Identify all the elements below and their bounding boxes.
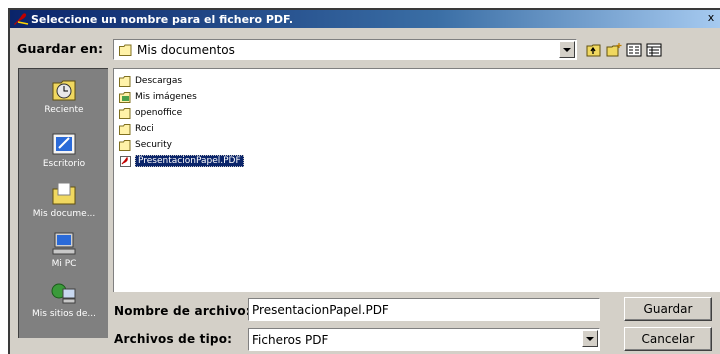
- place-label: Mis sitios de...: [32, 309, 96, 319]
- title-bar[interactable]: Seleccione un nombre para el fichero PDF…: [10, 10, 720, 28]
- place-network[interactable]: Mis sitios de...: [19, 281, 109, 319]
- list-view-icon: [626, 43, 642, 56]
- place-my-documents[interactable]: Mis docume...: [19, 181, 109, 219]
- place-desktop[interactable]: Escritorio: [19, 131, 109, 169]
- place-recent[interactable]: Reciente: [19, 77, 109, 115]
- filetype-value: Ficheros PDF: [252, 332, 329, 347]
- file-name: Descargas: [135, 76, 183, 86]
- lookin-combo[interactable]: Mis documentos: [113, 39, 577, 60]
- up-folder-button[interactable]: [585, 41, 603, 58]
- save-dialog: Seleccione un nombre para el fichero PDF…: [8, 8, 720, 354]
- file-name: Roci: [135, 124, 154, 134]
- filetype-dropdown-button[interactable]: [582, 330, 598, 347]
- my-computer-icon: [52, 232, 76, 255]
- folder-icon: [119, 107, 131, 119]
- folder-icon: [119, 139, 131, 151]
- place-label: Mis docume...: [32, 209, 96, 219]
- chevron-down-icon: [563, 47, 571, 52]
- lookin-label: Guardar en:: [17, 41, 104, 56]
- folder-icon: [119, 123, 131, 135]
- place-my-computer[interactable]: Mi PC: [19, 231, 109, 269]
- acrobat-icon: [14, 13, 29, 25]
- details-view-button[interactable]: [645, 41, 663, 58]
- folder-icon: [119, 75, 131, 87]
- up-folder-icon: [586, 44, 601, 56]
- pdf-file-icon: [120, 155, 131, 167]
- filename-value: PresentacionPapel.PDF: [252, 302, 389, 317]
- lookin-dropdown-button[interactable]: [559, 41, 575, 58]
- save-button[interactable]: Guardar: [624, 297, 712, 321]
- place-label: Mi PC: [51, 259, 77, 269]
- details-view-icon: [646, 43, 662, 56]
- file-name: openoffice: [135, 108, 183, 118]
- cancel-button[interactable]: Cancelar: [624, 327, 712, 351]
- network-places-icon: [51, 283, 76, 304]
- new-folder-icon: [606, 42, 622, 56]
- list-item[interactable]: openoffice: [119, 106, 182, 120]
- window-title: Seleccione un nombre para el fichero PDF…: [31, 12, 294, 26]
- desktop-icon: [52, 133, 76, 155]
- places-bar: Reciente Escritorio Mis docume... Mi PC …: [18, 68, 108, 338]
- filetype-select[interactable]: Ficheros PDF: [248, 328, 600, 351]
- file-name: PresentacionPapel.PDF: [135, 155, 244, 167]
- place-label: Escritorio: [42, 159, 86, 169]
- list-item-selected[interactable]: PresentacionPapel.PDF: [119, 154, 244, 168]
- list-item[interactable]: Roci: [119, 122, 154, 136]
- file-list[interactable]: Descargas Mis imágenes openoffice Roci S…: [113, 68, 720, 292]
- file-name: Mis imágenes: [135, 92, 197, 102]
- file-name: Security: [135, 140, 172, 150]
- folder-icon: [119, 44, 132, 56]
- list-item[interactable]: Security: [119, 138, 172, 152]
- pictures-folder-icon: [119, 91, 131, 103]
- my-documents-icon: [52, 182, 76, 205]
- toolbar: [585, 41, 663, 58]
- list-item[interactable]: Mis imágenes: [119, 90, 197, 104]
- recent-icon: [52, 80, 76, 101]
- filename-label: Nombre de archivo:: [114, 304, 251, 318]
- list-item[interactable]: Descargas: [119, 74, 182, 88]
- filetype-label: Archivos de tipo:: [114, 332, 233, 346]
- close-button[interactable]: x: [704, 11, 718, 25]
- filename-input[interactable]: PresentacionPapel.PDF: [248, 298, 600, 321]
- new-folder-button[interactable]: [605, 41, 623, 58]
- chevron-down-icon: [586, 336, 594, 341]
- list-view-button[interactable]: [625, 41, 643, 58]
- lookin-value: Mis documentos: [137, 42, 235, 57]
- place-label: Reciente: [44, 105, 84, 115]
